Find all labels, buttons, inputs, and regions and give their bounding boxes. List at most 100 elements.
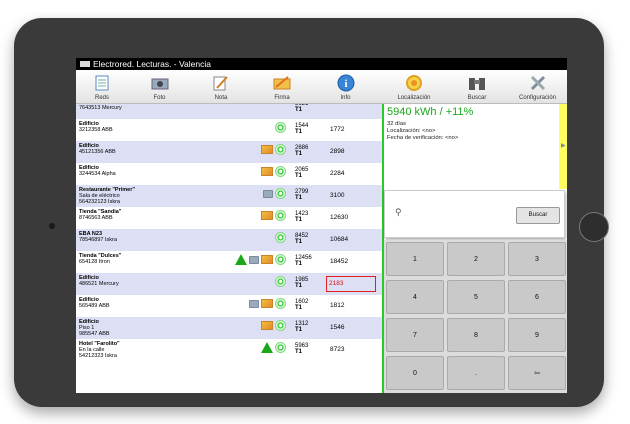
gps-target-icon: [275, 122, 286, 133]
tariff-label: T1: [295, 305, 303, 311]
reds-button[interactable]: Reds: [76, 70, 128, 103]
backspace-key[interactable]: ⇦: [508, 356, 566, 390]
location-name: EBA N23: [79, 231, 103, 237]
current-reading[interactable]: 10684: [328, 229, 378, 251]
camera-lens: [49, 223, 55, 229]
note-icon: [213, 75, 228, 90]
meter-location: ED N2107643513 Mercury: [79, 104, 209, 111]
expand-handle[interactable]: ▶: [559, 104, 567, 189]
meter-location: Edificio 486521 Mercury: [79, 275, 209, 287]
gps-target-icon: [275, 144, 286, 155]
key-7[interactable]: 7: [386, 318, 444, 352]
list-item[interactable]: Edificio Piso 1 985547 ABB 1312 T1 1546: [76, 317, 382, 339]
meter-location: Tienda "Sandia" 8746563 ABB: [79, 209, 209, 221]
consumption-value: 5940 kWh / +11%: [387, 106, 474, 118]
list-item[interactable]: Edificio 565489 ABB 1602 T1 1812: [76, 295, 382, 317]
meter-id: 78546897 Iskra: [79, 237, 117, 244]
location-name: Edificio: [79, 143, 99, 149]
gps-target-icon: [275, 210, 286, 221]
list-item[interactable]: Tienda "Dulces" 654128 Itron 12456 T1 18452: [76, 251, 382, 273]
current-reading[interactable]: 1812: [328, 295, 378, 317]
tariff-label: T1: [295, 173, 303, 179]
gps-target-icon: [275, 298, 286, 309]
decimal-key[interactable]: .: [447, 356, 505, 390]
key-1[interactable]: 1: [386, 242, 444, 276]
camera-icon: [249, 299, 259, 308]
previous-reading: 1985 T1: [295, 277, 308, 289]
title-bar: Electrored. Lecturas. - Valencia: [76, 58, 567, 70]
gps-target-icon: [275, 342, 286, 353]
chevron-right-icon: ▶: [561, 143, 566, 149]
previous-reading: 2686 T1: [295, 145, 308, 157]
tariff-label: T1: [295, 349, 303, 355]
list-item[interactable]: Edificio 45121356 ABB 2686 T1 2898: [76, 141, 382, 163]
tariff-label: T1: [295, 327, 303, 333]
key-3[interactable]: 3: [508, 242, 566, 276]
document-icon: [95, 75, 109, 90]
key-9[interactable]: 9: [508, 318, 566, 352]
list-item[interactable]: Edificio 3244534 Alpha 2065 T1 2284: [76, 163, 382, 185]
current-reading[interactable]: 1772: [328, 119, 378, 141]
signature-icon: [273, 75, 291, 89]
current-reading[interactable]: 2898: [328, 141, 378, 163]
configuracion-button[interactable]: Configuración: [508, 70, 567, 103]
buscar-button[interactable]: Buscar: [446, 70, 508, 103]
list-item[interactable]: Edificio 486521 Mercury 1985 T1 2183: [76, 273, 382, 295]
warning-icon: [261, 342, 273, 353]
svg-text:i: i: [344, 78, 347, 90]
meter-list[interactable]: ED N2107643513 Mercury3621T1Edificio3212…: [76, 104, 382, 393]
key-4[interactable]: 4: [386, 280, 444, 314]
row-icons: [275, 122, 286, 133]
tools-icon: [530, 75, 545, 90]
current-reading[interactable]: 2284: [328, 163, 378, 185]
key-0[interactable]: 0: [386, 356, 444, 390]
tariff-label: T1: [295, 217, 303, 223]
key-2[interactable]: 2: [447, 242, 505, 276]
current-reading[interactable]: 8723: [328, 339, 378, 361]
tariff-label: T1: [295, 129, 303, 135]
location-label: Localización: <no>: [387, 128, 436, 134]
current-reading[interactable]: 1546: [328, 317, 378, 339]
meter-id: 8746563 ABB: [79, 215, 113, 222]
list-item[interactable]: EBA N23 78546897 Iskra 8452 T1 10684: [76, 229, 382, 251]
current-reading[interactable]: 2183: [326, 276, 376, 292]
signature-icon: [261, 145, 273, 154]
current-reading[interactable]: 3100: [328, 185, 378, 207]
list-item[interactable]: Hotel "Farolito" En la calle 54212323 Iskr…: [76, 339, 382, 361]
list-item[interactable]: Restaurante "Primer" Sala de eléctrico 564…: [76, 185, 382, 207]
localizacion-button[interactable]: Localización: [382, 70, 446, 103]
current-reading[interactable]: [328, 104, 378, 119]
location-name: Edificio: [79, 275, 99, 281]
gps-target-icon: [275, 320, 286, 331]
home-button[interactable]: [579, 212, 609, 242]
info-button[interactable]: i Info: [313, 70, 378, 103]
key-8[interactable]: 8: [447, 318, 505, 352]
list-item[interactable]: ED N2107643513 Mercury 3621T1: [76, 104, 382, 119]
tariff-label: T1: [295, 107, 303, 113]
list-item[interactable]: Tienda "Sandia" 8746563 ABB 1423 T1 12630: [76, 207, 382, 229]
meter-id: 3244534 Alpha: [79, 171, 116, 178]
meter-location: EBA N23 78546897 Iskra: [79, 231, 209, 243]
firma-button[interactable]: Firma: [251, 70, 313, 103]
meter-location: Hotel "Farolito" En la calle 54212323 Iskr…: [79, 341, 209, 360]
camera-icon: [263, 189, 273, 198]
meter-location: Edificio 45121356 ABB: [79, 143, 209, 155]
key-6[interactable]: 6: [508, 280, 566, 314]
foto-button[interactable]: Foto: [128, 70, 191, 103]
current-reading[interactable]: 12630: [328, 207, 378, 229]
location-name: Hotel "Farolito": [79, 341, 120, 347]
signature-icon: [261, 299, 273, 308]
tariff-label: T1: [295, 151, 303, 157]
list-item[interactable]: Edificio 3212358 ABB 1544 T1 1772: [76, 119, 382, 141]
row-icons: [263, 188, 286, 199]
key-5[interactable]: 5: [447, 280, 505, 314]
current-reading[interactable]: 18452: [328, 251, 378, 273]
previous-reading: 1544 T1: [295, 123, 308, 135]
previous-reading: 3621 T1: [295, 104, 308, 113]
previous-reading: 1423 T1: [295, 211, 308, 223]
meter-location: Edificio Piso 1 985547 ABB: [79, 319, 209, 338]
nota-button[interactable]: Nota: [191, 70, 251, 103]
search-button[interactable]: Buscar: [516, 207, 560, 224]
gps-target-icon: [275, 166, 286, 177]
tariff-label: T1: [295, 261, 303, 267]
